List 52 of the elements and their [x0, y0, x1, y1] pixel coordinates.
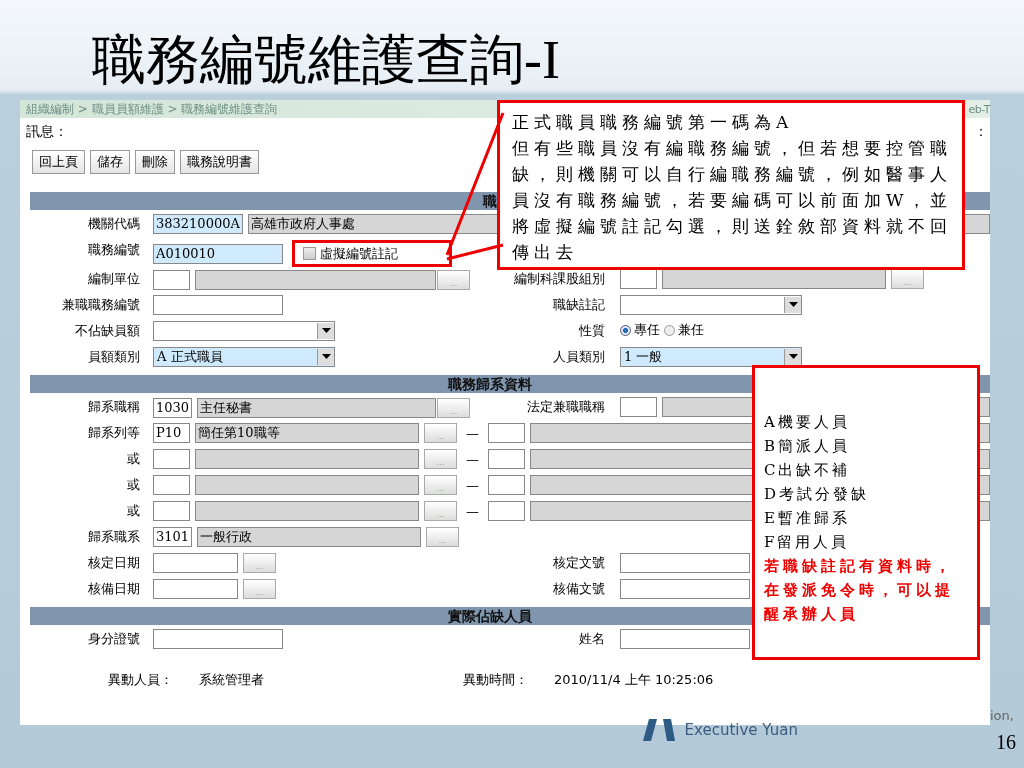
field-label: 歸系職系: [87, 528, 141, 546]
field-label: 編制科課股組別: [513, 270, 606, 288]
callout-note: 若職缺註記有資料時，在發派免令時，可以提醒承辦人員: [764, 556, 955, 625]
slide-title: 職務編號維護查詢-I: [91, 29, 561, 92]
dash-text: —: [465, 503, 480, 519]
edge-text: ：: [974, 123, 988, 141]
legend-item: F留用人員: [764, 532, 851, 553]
dash-text: —: [465, 451, 480, 467]
field-label: 歸系列等: [87, 424, 141, 442]
field-label: 不佔缺員額: [74, 322, 141, 340]
field-label: 員額類別: [87, 348, 141, 366]
field-label: 核定日期: [87, 554, 141, 572]
message-label: 訊息：: [26, 123, 68, 141]
dash-text: —: [465, 477, 480, 493]
field-label: 姓名: [578, 630, 606, 648]
field-label: 職缺註記: [552, 296, 606, 314]
footer-value: 系統管理者: [199, 671, 264, 689]
legend-item: D考試分發缺: [764, 484, 871, 505]
field-label: 編制單位: [87, 270, 141, 288]
field-label: 或: [126, 502, 141, 520]
field-label: 核備日期: [87, 580, 141, 598]
legend-item: E暫准歸系: [764, 508, 851, 529]
field-label: 兼職職務編號: [61, 296, 141, 314]
field-label: 歸系職稱: [87, 398, 141, 416]
field-label: 或: [126, 476, 141, 494]
legend-item: C出缺不補: [764, 460, 852, 481]
field-label: 性質: [578, 322, 606, 340]
edge-text: eb-T: [968, 102, 990, 116]
field-label: 法定兼職職稱: [526, 398, 606, 416]
page-number: 16: [996, 731, 1016, 754]
field-label: 或: [126, 450, 141, 468]
section-title: 實際佔缺人員: [448, 607, 532, 625]
dash-text: —: [465, 425, 480, 441]
footer-value: 2010/11/4 上午 10:25:06: [554, 671, 714, 689]
footer-label: 異動人員：: [108, 671, 173, 689]
readonly-field: 主任秘書: [197, 397, 436, 418]
legend-item: A機要人員: [764, 412, 851, 433]
logo-text: Executive Yuan: [684, 721, 798, 739]
field-label: 身分證號: [87, 630, 141, 648]
slide-text: ion,: [990, 708, 1014, 725]
readonly-field: 簡任第10職等: [195, 423, 419, 443]
field-label: 核備文號: [552, 580, 606, 598]
section-title: 職: [483, 192, 497, 210]
field-label: 職務編號: [87, 241, 141, 259]
readonly-field: 一般行政: [197, 527, 422, 547]
field-label: 機關代碼: [87, 215, 141, 233]
legend-item: B簡派人員: [764, 436, 852, 457]
field-label: 人員類別: [552, 348, 606, 366]
section-title: 職務歸系資料: [448, 375, 532, 393]
callout-text: 正式職員職務編號第一碼為A 但有些職員沒有編職務編號，但若想要控管職缺，則機關可以自行編職務編號，例如醫事人員沒有職務編號，若要編碼可以前面加W，並將虛擬編號註記勾選，則送銓敘部資料就不回傳出去: [512, 111, 954, 264]
footer-label: 異動時間：: [463, 671, 528, 689]
field-label: 核定文號: [552, 554, 606, 572]
